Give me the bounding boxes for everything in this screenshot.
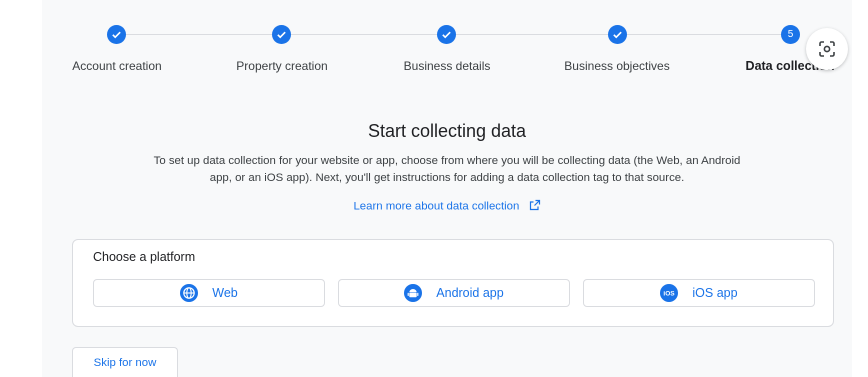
learn-more-link[interactable]: Learn more about data collection [42,199,852,214]
step-5-number: 5 [781,25,800,44]
stepper-connector [456,34,608,35]
description-line-2: app, or an iOS app). Next, you'll get in… [209,172,685,184]
stepper-connector [291,34,437,35]
platform-ios-button[interactable]: iOS iOS app [583,279,815,307]
step-3-check-icon [437,25,456,44]
platform-web-label: Web [212,286,238,300]
page-title: Start collecting data [367,121,527,141]
platform-card-title: Choose a platform [93,250,196,264]
learn-more-label: Learn more about data collection [353,200,520,213]
skip-for-now-button[interactable]: Skip for now [72,347,178,377]
scan-icon [819,41,835,57]
step-2-check-icon [272,25,291,44]
platform-web-button[interactable]: Web [93,279,325,307]
step-label-account-creation: Account creation [72,59,162,73]
page-description: To set up data collection for your websi… [42,153,852,187]
step-label-business-details: Business details [403,59,491,73]
globe-icon [180,284,199,302]
platform-ios-label: iOS app [692,286,738,300]
svg-text:iOS: iOS [664,291,676,298]
ios-icon: iOS [660,284,679,302]
visual-search-button[interactable] [806,28,848,70]
platform-card: Choose a platform Web Android app iOS iO… [72,239,834,327]
platform-android-button[interactable]: Android app [338,279,570,307]
step-1-check-icon [107,25,126,44]
android-icon [404,284,423,302]
step-label-property-creation: Property creation [236,59,328,73]
description-line-1: To set up data collection for your websi… [153,155,741,167]
external-link-icon [529,199,541,214]
stepper-connector [126,34,272,35]
platform-android-label: Android app [436,286,504,300]
stepper-connector [627,34,781,35]
step-4-check-icon [608,25,627,44]
step-label-business-objectives: Business objectives [564,59,670,73]
